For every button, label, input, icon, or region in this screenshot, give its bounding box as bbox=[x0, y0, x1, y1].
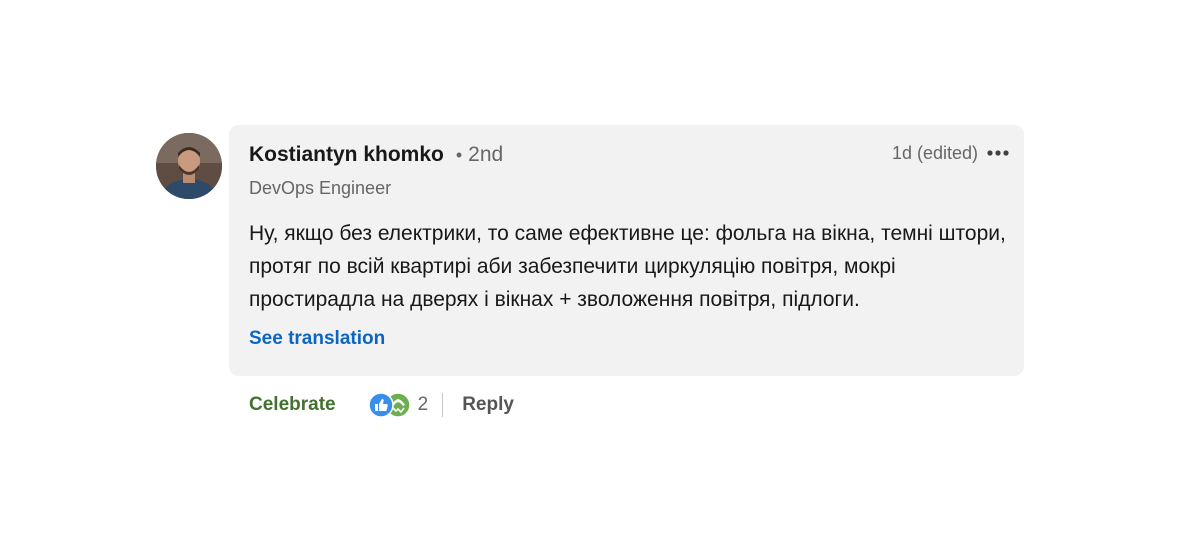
like-icon bbox=[367, 392, 394, 418]
author-name[interactable]: Kostiantyn khomko bbox=[249, 143, 444, 167]
avatar-image bbox=[156, 133, 222, 199]
see-translation-link[interactable]: See translation bbox=[249, 328, 385, 350]
comment-timestamp: 1d (edited) bbox=[891, 142, 978, 163]
reaction-count: 2 bbox=[417, 394, 429, 415]
comment-text: Ну, якщо без електрики, то саме ефективн… bbox=[249, 222, 1006, 311]
ellipsis-icon bbox=[987, 150, 1009, 156]
reactions-summary[interactable]: 2 bbox=[367, 392, 429, 418]
reaction-icons bbox=[367, 392, 412, 418]
degree-label: 2nd bbox=[468, 143, 504, 166]
comment-actions: Celebrate 2 Reply bbox=[249, 389, 514, 421]
avatar[interactable] bbox=[156, 133, 222, 199]
degree-dot: • bbox=[455, 145, 463, 165]
more-options-button[interactable] bbox=[986, 141, 1010, 165]
comment-bubble: Kostiantyn khomko • 2nd DevOps Engineer 1… bbox=[229, 125, 1024, 376]
author-row: Kostiantyn khomko • 2nd bbox=[249, 143, 503, 167]
author-headline: DevOps Engineer bbox=[249, 178, 392, 198]
actions-divider bbox=[442, 393, 444, 417]
comment-meta: 1d (edited) bbox=[892, 141, 1010, 165]
reply-button[interactable]: Reply bbox=[462, 394, 514, 416]
connection-degree: • 2nd bbox=[456, 143, 503, 167]
celebrate-button[interactable]: Celebrate bbox=[249, 394, 336, 416]
